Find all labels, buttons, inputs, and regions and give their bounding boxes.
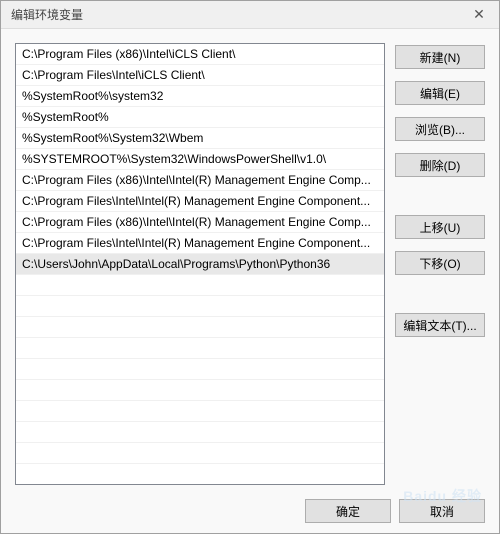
edit-text-button[interactable]: 编辑文本(T)... <box>395 313 485 337</box>
delete-button[interactable]: 删除(D) <box>395 153 485 177</box>
list-item[interactable]: %SystemRoot%\System32\Wbem <box>16 128 384 149</box>
list-item[interactable]: C:\Users\John\AppData\Local\Programs\Pyt… <box>16 254 384 275</box>
list-item[interactable]: C:\Program Files\Intel\iCLS Client\ <box>16 65 384 86</box>
list-item[interactable]: C:\Program Files (x86)\Intel\iCLS Client… <box>16 44 384 65</box>
list-item[interactable]: %SystemRoot%\system32 <box>16 86 384 107</box>
new-button[interactable]: 新建(N) <box>395 45 485 69</box>
move-down-button[interactable]: 下移(O) <box>395 251 485 275</box>
list-item-empty <box>16 317 384 338</box>
list-item[interactable]: C:\Program Files\Intel\Intel(R) Manageme… <box>16 191 384 212</box>
main-area: C:\Program Files (x86)\Intel\iCLS Client… <box>15 43 485 485</box>
list-item-empty <box>16 443 384 464</box>
ok-button[interactable]: 确定 <box>305 499 391 523</box>
titlebar: 编辑环境变量 ✕ <box>1 1 499 29</box>
list-item[interactable]: %SystemRoot% <box>16 107 384 128</box>
cancel-button[interactable]: 取消 <box>399 499 485 523</box>
list-item-empty <box>16 275 384 296</box>
content-area: C:\Program Files (x86)\Intel\iCLS Client… <box>1 29 499 533</box>
list-item-empty <box>16 380 384 401</box>
close-icon: ✕ <box>473 6 485 23</box>
list-item[interactable]: %SYSTEMROOT%\System32\WindowsPowerShell\… <box>16 149 384 170</box>
list-item-empty <box>16 422 384 443</box>
list-item-empty <box>16 401 384 422</box>
list-item[interactable]: C:\Program Files\Intel\Intel(R) Manageme… <box>16 233 384 254</box>
list-item-empty <box>16 296 384 317</box>
list-item[interactable]: C:\Program Files (x86)\Intel\Intel(R) Ma… <box>16 170 384 191</box>
move-up-button[interactable]: 上移(U) <box>395 215 485 239</box>
list-item[interactable]: C:\Program Files (x86)\Intel\Intel(R) Ma… <box>16 212 384 233</box>
list-item-empty <box>16 338 384 359</box>
path-listbox[interactable]: C:\Program Files (x86)\Intel\iCLS Client… <box>15 43 385 485</box>
list-item-empty <box>16 359 384 380</box>
bottom-bar: 确定 取消 <box>15 499 485 523</box>
window-title: 编辑环境变量 <box>11 6 83 23</box>
dialog-window: 编辑环境变量 ✕ C:\Program Files (x86)\Intel\iC… <box>0 0 500 534</box>
side-button-column: 新建(N) 编辑(E) 浏览(B)... 删除(D) 上移(U) 下移(O) 编… <box>395 43 485 485</box>
edit-button[interactable]: 编辑(E) <box>395 81 485 105</box>
browse-button[interactable]: 浏览(B)... <box>395 117 485 141</box>
close-button[interactable]: ✕ <box>459 1 499 29</box>
